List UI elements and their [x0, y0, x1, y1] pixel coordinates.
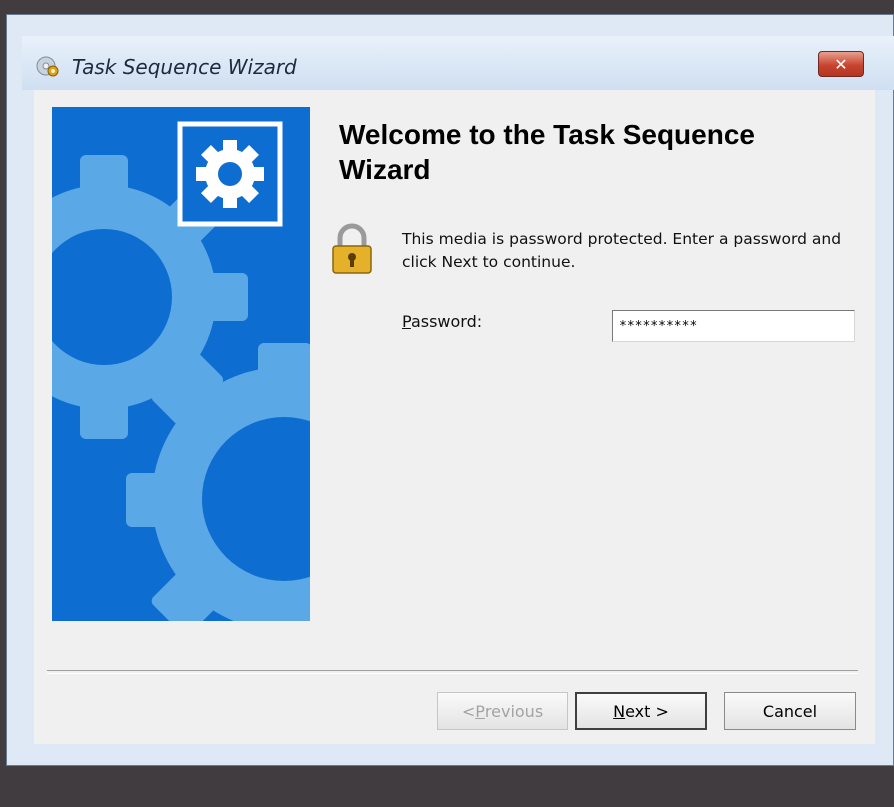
- close-icon: ✕: [834, 54, 848, 74]
- gear-graphic-icon: [52, 121, 310, 621]
- password-message: This media is password protected. Enter …: [402, 230, 842, 271]
- window-title: Task Sequence Wizard: [72, 55, 297, 79]
- cancel-button[interactable]: Cancel: [724, 692, 856, 730]
- side-banner: [52, 107, 310, 621]
- password-label: Password:: [402, 312, 483, 331]
- footer-divider: [47, 670, 858, 674]
- password-input[interactable]: [612, 310, 855, 342]
- padlock-icon: [332, 223, 372, 274]
- next-button[interactable]: Next >: [575, 692, 707, 730]
- close-button[interactable]: ✕: [818, 51, 864, 77]
- page-title: Welcome to the Task Sequence Wizard: [339, 119, 755, 185]
- desktop-background: [6, 766, 894, 807]
- wizard-body: Welcome to the Task Sequence Wizard This…: [34, 90, 875, 744]
- title-bar[interactable]: Task Sequence Wizard ✕: [22, 36, 894, 90]
- previous-button[interactable]: < Previous: [437, 692, 568, 730]
- disc-gear-icon: [36, 56, 59, 77]
